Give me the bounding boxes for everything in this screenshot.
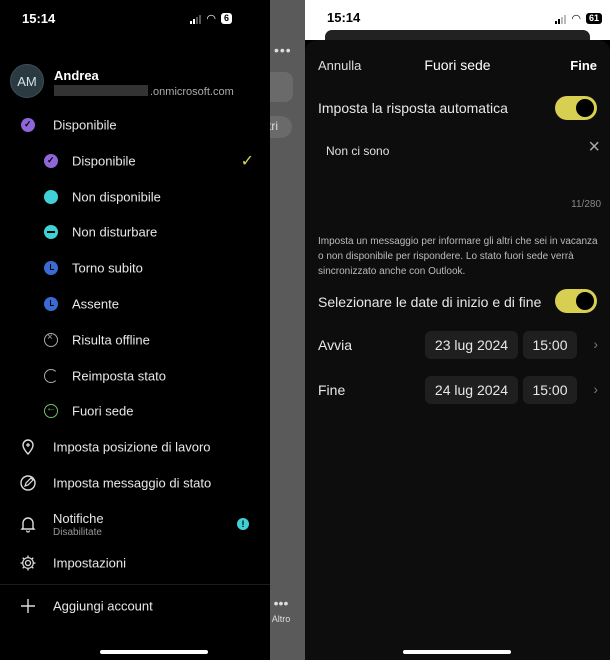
selected-check-icon: ✓: [240, 153, 254, 170]
status-header-label: Disponibile: [53, 117, 117, 133]
out-of-office-icon: [44, 403, 58, 418]
offline-icon: [44, 332, 58, 347]
character-counter: 11/280: [571, 199, 601, 210]
done-button[interactable]: Fine: [570, 58, 597, 73]
battery-indicator: 61: [585, 13, 602, 24]
status-option-reset[interactable]: Reimposta stato: [0, 361, 270, 391]
account-email: .onmicrosoft.com: [54, 85, 234, 98]
more-dots-icon: •••: [273, 595, 289, 611]
help-text: Imposta un messaggio per informare gli a…: [318, 236, 598, 277]
bell-icon: [20, 517, 36, 533]
background-search-bar: [270, 72, 293, 102]
status-time: 15:14: [327, 10, 361, 25]
wifi-icon: ◠: [206, 13, 216, 25]
left-screen: ••• tri ••• Altro 15:14 ◠ 6 AM Andrea .o…: [0, 0, 305, 660]
gear-icon: [20, 555, 36, 571]
clock-icon: [44, 297, 58, 311]
status-time: 15:14: [22, 11, 56, 26]
menu-settings[interactable]: Impostazioni: [0, 548, 270, 578]
reset-icon: [44, 369, 58, 383]
right-screen: 15:14 ◠ 61 Fuori sede Annulla Fine Impos…: [305, 0, 610, 660]
menu-label: Imposta posizione di lavoro: [53, 439, 211, 455]
menu-status-message[interactable]: Imposta messaggio di stato: [0, 468, 270, 498]
menu-label: Impostazioni: [53, 555, 126, 571]
auto-reply-toggle[interactable]: [555, 96, 597, 120]
status-option-available[interactable]: Disponibile ✓: [0, 146, 270, 176]
status-bar: 15:14 ◠ 6: [22, 10, 232, 28]
start-time-picker[interactable]: 15:00: [523, 331, 577, 359]
start-date-picker[interactable]: 23 lug 2024: [425, 331, 518, 359]
status-option-label: Torno subito: [72, 260, 143, 276]
status-option-label: Fuori sede: [72, 403, 134, 419]
status-option-dnd[interactable]: Non disturbare: [0, 217, 270, 247]
status-option-busy[interactable]: Non disponibile: [0, 182, 270, 212]
clear-message-icon[interactable]: ×: [588, 136, 600, 159]
do-not-disturb-icon: [44, 225, 58, 239]
menu-add-account[interactable]: Aggiungi account: [0, 591, 270, 621]
background-app-strip: ••• tri ••• Altro: [268, 0, 305, 660]
status-option-label: Reimposta stato: [72, 368, 166, 384]
edit-message-icon: [20, 475, 36, 491]
status-option-label: Non disponibile: [72, 189, 161, 205]
plus-icon: [21, 599, 35, 613]
cellular-signal-icon: [190, 14, 202, 24]
start-label: Avvia: [318, 337, 352, 353]
end-date-picker[interactable]: 24 lug 2024: [425, 376, 518, 404]
end-label: Fine: [318, 382, 346, 398]
ellipsis-icon: •••: [274, 42, 292, 58]
info-badge-icon: !: [237, 518, 249, 530]
status-option-out-of-office[interactable]: Fuori sede: [0, 396, 270, 426]
account-header[interactable]: AM Andrea .onmicrosoft.com: [10, 64, 265, 100]
dates-label: Selezionare le date di inizio e di fine: [318, 294, 542, 310]
cellular-signal-icon: [555, 14, 567, 24]
end-time-picker[interactable]: 15:00: [523, 376, 577, 404]
background-filter-chip: tri: [268, 116, 292, 138]
menu-sublabel: Disabilitate: [53, 527, 102, 538]
account-drawer: 15:14 ◠ 6 AM Andrea .onmicrosoft.com Dis…: [0, 0, 270, 660]
status-option-brb[interactable]: Torno subito: [0, 253, 270, 283]
menu-notifications[interactable]: Notifiche Disabilitate !: [0, 508, 270, 540]
battery-indicator: 6: [220, 13, 232, 24]
status-option-label: Risulta offline: [72, 332, 150, 348]
clock-icon: [44, 261, 58, 275]
dates-toggle[interactable]: [555, 289, 597, 313]
status-option-away[interactable]: Assente: [0, 289, 270, 319]
available-check-icon: [21, 118, 35, 132]
menu-label: Aggiungi account: [53, 598, 153, 614]
status-header[interactable]: Disponibile: [0, 110, 270, 140]
home-indicator: [403, 650, 511, 654]
wifi-icon: ◠: [571, 13, 581, 25]
menu-label: Imposta messaggio di stato: [53, 475, 212, 491]
status-option-offline[interactable]: Risulta offline: [0, 325, 270, 355]
chevron-right-icon[interactable]: ›: [593, 381, 598, 397]
available-check-icon: [44, 154, 58, 168]
account-name: Andrea: [54, 68, 99, 83]
out-of-office-sheet: Fuori sede Annulla Fine Imposta la rispo…: [305, 40, 610, 660]
cancel-button[interactable]: Annulla: [318, 58, 361, 73]
avatar: AM: [10, 64, 44, 98]
auto-reply-label: Imposta la risposta automatica: [318, 100, 508, 116]
status-option-label: Non disturbare: [72, 224, 158, 240]
home-indicator: [100, 650, 208, 654]
status-option-label: Assente: [72, 296, 119, 312]
status-option-label: Disponibile: [72, 153, 136, 169]
menu-label: Notifiche: [53, 511, 104, 526]
redacted-block: [54, 85, 148, 96]
menu-work-location[interactable]: Imposta posizione di lavoro: [0, 432, 270, 462]
divider: [0, 584, 270, 585]
message-input[interactable]: Non ci sono: [326, 144, 389, 158]
more-tab: ••• Altro: [270, 595, 292, 624]
chevron-right-icon[interactable]: ›: [593, 336, 598, 352]
more-tab-label: Altro: [271, 614, 291, 624]
location-pin-icon: [22, 439, 34, 455]
busy-dot-icon: [44, 190, 58, 204]
